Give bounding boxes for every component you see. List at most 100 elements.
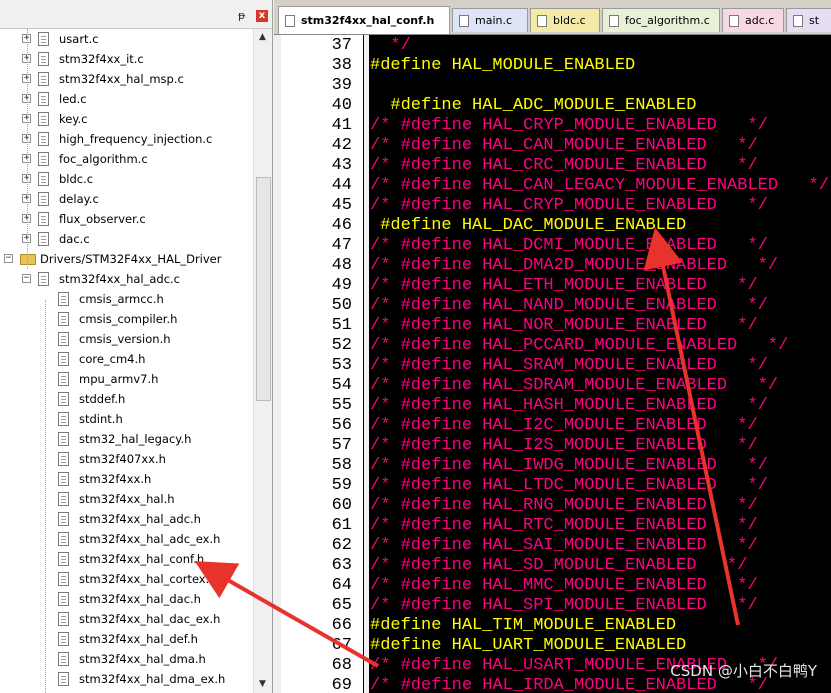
tree-file[interactable]: + key.c bbox=[0, 109, 252, 129]
code-line[interactable]: /* #define HAL_NAND_MODULE_ENABLED */ bbox=[370, 296, 768, 316]
tree-folder[interactable]: − Drivers/STM32F4xx_HAL_Driver bbox=[0, 249, 252, 269]
code-line[interactable]: #define HAL_UART_MODULE_ENABLED bbox=[370, 636, 686, 656]
file-icon bbox=[58, 612, 69, 626]
line-number: 40 bbox=[331, 96, 352, 115]
tree-item-label: key.c bbox=[59, 112, 88, 126]
code-line[interactable]: #define HAL_DAC_MODULE_ENABLED bbox=[370, 216, 686, 236]
tab-bldc-c[interactable]: bldc.c bbox=[530, 8, 600, 32]
tree-file[interactable]: mpu_armv7.h bbox=[0, 369, 252, 389]
panel-scrollbar[interactable]: ▲ ▼ bbox=[253, 29, 272, 693]
code-line[interactable]: /* #define HAL_HASH_MODULE_ENABLED */ bbox=[370, 396, 768, 416]
tree-file[interactable]: cmsis_compiler.h bbox=[0, 309, 252, 329]
tree-file[interactable]: stm32f4xx_hal_conf.h bbox=[0, 549, 252, 569]
tree-file[interactable]: stdint.h bbox=[0, 409, 252, 429]
tab-foc-algorithm-c[interactable]: foc_algorithm.c bbox=[602, 8, 720, 32]
tree-file[interactable]: stm32f4xx_hal.h bbox=[0, 489, 252, 509]
tab-label: bldc.c bbox=[553, 14, 586, 27]
tree-file[interactable]: + high_frequency_injection.c bbox=[0, 129, 252, 149]
code-line[interactable]: /* #define HAL_SRAM_MODULE_ENABLED */ bbox=[370, 356, 768, 376]
code-line[interactable]: */ bbox=[370, 36, 410, 56]
tree-file[interactable]: − stm32f4xx_hal_adc.c bbox=[0, 269, 252, 289]
code-line[interactable]: #define HAL_MODULE_ENABLED bbox=[370, 56, 635, 76]
scroll-up-icon[interactable]: ▲ bbox=[254, 29, 271, 46]
file-icon bbox=[38, 232, 49, 246]
code-line[interactable]: /* #define HAL_IWDG_MODULE_ENABLED */ bbox=[370, 456, 768, 476]
code-line[interactable]: /* #define HAL_SPI_MODULE_ENABLED */ bbox=[370, 596, 758, 616]
file-icon bbox=[58, 472, 69, 486]
tree-file[interactable]: + delay.c bbox=[0, 189, 252, 209]
code-line[interactable]: /* #define HAL_LTDC_MODULE_ENABLED */ bbox=[370, 476, 768, 496]
code-line[interactable]: /* #define HAL_SDRAM_MODULE_ENABLED */ bbox=[370, 376, 778, 396]
tree-file[interactable]: stm32f4xx_hal_dac_ex.h bbox=[0, 609, 252, 629]
tree-file[interactable]: + bldc.c bbox=[0, 169, 252, 189]
code-line[interactable]: /* #define HAL_SAI_MODULE_ENABLED */ bbox=[370, 536, 758, 556]
tree-file[interactable]: stm32f4xx_hal_dma.h bbox=[0, 649, 252, 669]
code-line[interactable]: /* #define HAL_SD_MODULE_ENABLED */ bbox=[370, 556, 747, 576]
code-line[interactable]: /* #define HAL_I2S_MODULE_ENABLED */ bbox=[370, 436, 758, 456]
code-line[interactable]: /* #define HAL_CRC_MODULE_ENABLED */ bbox=[370, 156, 758, 176]
code-line[interactable]: /* #define HAL_DMA2D_MODULE_ENABLED */ bbox=[370, 256, 778, 276]
tree-file[interactable]: + dac.c bbox=[0, 229, 252, 249]
close-icon[interactable]: x bbox=[256, 10, 268, 22]
tree-file[interactable]: + led.c bbox=[0, 89, 252, 109]
code-line[interactable]: #define HAL_TIM_MODULE_ENABLED bbox=[370, 616, 676, 636]
tree-item-label: high_frequency_injection.c bbox=[59, 132, 213, 146]
tree-file[interactable]: + usart.c bbox=[0, 29, 252, 49]
code-line[interactable]: /* #define HAL_DCMI_MODULE_ENABLED */ bbox=[370, 236, 768, 256]
tree-file[interactable]: + flux_observer.c bbox=[0, 209, 252, 229]
code-editor[interactable]: 37 38 39 40 41 42 43 44 45 46 47 48 49 50 51 52 53 54 55 56… bbox=[281, 35, 831, 693]
line-number: 41 bbox=[331, 116, 352, 135]
expand-toggle-icon[interactable]: − bbox=[22, 274, 31, 283]
code-line[interactable]: #define HAL_ADC_MODULE_ENABLED bbox=[370, 96, 696, 116]
line-number: 64 bbox=[331, 576, 352, 595]
scroll-thumb[interactable] bbox=[256, 177, 271, 401]
code-line[interactable]: /* #define HAL_CAN_LEGACY_MODULE_ENABLED… bbox=[370, 176, 829, 196]
tab-main-c[interactable]: main.c bbox=[452, 8, 528, 32]
code-line[interactable]: /* #define HAL_PCCARD_MODULE_ENABLED */ bbox=[370, 336, 788, 356]
line-number: 43 bbox=[331, 156, 352, 175]
tree-file[interactable]: + stm32f4xx_it.c bbox=[0, 49, 252, 69]
line-number: 69 bbox=[331, 676, 352, 693]
line-number: 58 bbox=[331, 456, 352, 475]
comment-text: /* #define HAL_LTDC_MODULE_ENABLED */ bbox=[370, 476, 768, 495]
tree-file[interactable]: + stm32f4xx_hal_msp.c bbox=[0, 69, 252, 89]
line-number: 62 bbox=[331, 536, 352, 555]
tree-file[interactable]: stm32f4xx_hal_adc_ex.h bbox=[0, 529, 252, 549]
tree-file[interactable]: stm32f4xx_hal_def.h bbox=[0, 629, 252, 649]
code-line[interactable]: /* #define HAL_CAN_MODULE_ENABLED */ bbox=[370, 136, 758, 156]
tree-item-label: stm32f4xx_hal_dac_ex.h bbox=[79, 612, 221, 626]
tree-file[interactable]: stm32f4xx_hal_dac.h bbox=[0, 589, 252, 609]
tree-file[interactable]: stddef.h bbox=[0, 389, 252, 409]
expand-toggle-icon[interactable]: − bbox=[4, 254, 13, 263]
tree-file[interactable]: stm32f4xx_hal_adc.h bbox=[0, 509, 252, 529]
code-line[interactable]: /* #define HAL_I2C_MODULE_ENABLED */ bbox=[370, 416, 758, 436]
tree-file[interactable]: cmsis_version.h bbox=[0, 329, 252, 349]
tree-file[interactable]: cmsis_armcc.h bbox=[0, 289, 252, 309]
comment-text: /* #define HAL_NAND_MODULE_ENABLED */ bbox=[370, 296, 768, 315]
scroll-down-icon[interactable]: ▼ bbox=[254, 676, 271, 693]
code-line[interactable]: /* #define HAL_NOR_MODULE_ENABLED */ bbox=[370, 316, 758, 336]
tab-stm32f4xx-hal-conf-h[interactable]: stm32f4xx_hal_conf.h bbox=[278, 6, 450, 34]
tab-adc-c[interactable]: adc.c bbox=[722, 8, 784, 32]
tree-file[interactable]: stm32f4xx_hal_dma_ex.h bbox=[0, 669, 252, 689]
code-line[interactable]: /* #define HAL_MMC_MODULE_ENABLED */ bbox=[370, 576, 758, 596]
define-directive: #define HAL_DAC_MODULE_ENABLED bbox=[370, 216, 687, 235]
tree-file[interactable]: stm32f407xx.h bbox=[0, 449, 252, 469]
code-line[interactable]: /* #define HAL_RTC_MODULE_ENABLED */ bbox=[370, 516, 758, 536]
code-line[interactable]: /* #define HAL_CRYP_MODULE_ENABLED */ bbox=[370, 116, 768, 136]
pin-icon[interactable]: ᵽ bbox=[238, 10, 250, 22]
code-line[interactable]: /* #define HAL_CRYP_MODULE_ENABLED */ bbox=[370, 196, 768, 216]
code-line[interactable]: /* #define HAL_RNG_MODULE_ENABLED */ bbox=[370, 496, 758, 516]
tree-file[interactable]: stm32f4xx.h bbox=[0, 469, 252, 489]
tab-st[interactable]: st bbox=[786, 8, 831, 32]
tree-file[interactable]: stm32f4xx_hal_cortex.h bbox=[0, 569, 252, 589]
tree-file[interactable]: core_cm4.h bbox=[0, 349, 252, 369]
comment-text: /* #define HAL_CRYP_MODULE_ENABLED */ bbox=[370, 116, 768, 135]
file-icon bbox=[58, 512, 69, 526]
code-line[interactable]: /* #define HAL_ETH_MODULE_ENABLED */ bbox=[370, 276, 758, 296]
tree-item-label: stm32f4xx_hal_adc.h bbox=[79, 512, 201, 526]
tree-file[interactable]: stm32_hal_legacy.h bbox=[0, 429, 252, 449]
comment-text: /* #define HAL_I2C_MODULE_ENABLED */ bbox=[370, 416, 758, 435]
line-number: 49 bbox=[331, 276, 352, 295]
tree-file[interactable]: + foc_algorithm.c bbox=[0, 149, 252, 169]
